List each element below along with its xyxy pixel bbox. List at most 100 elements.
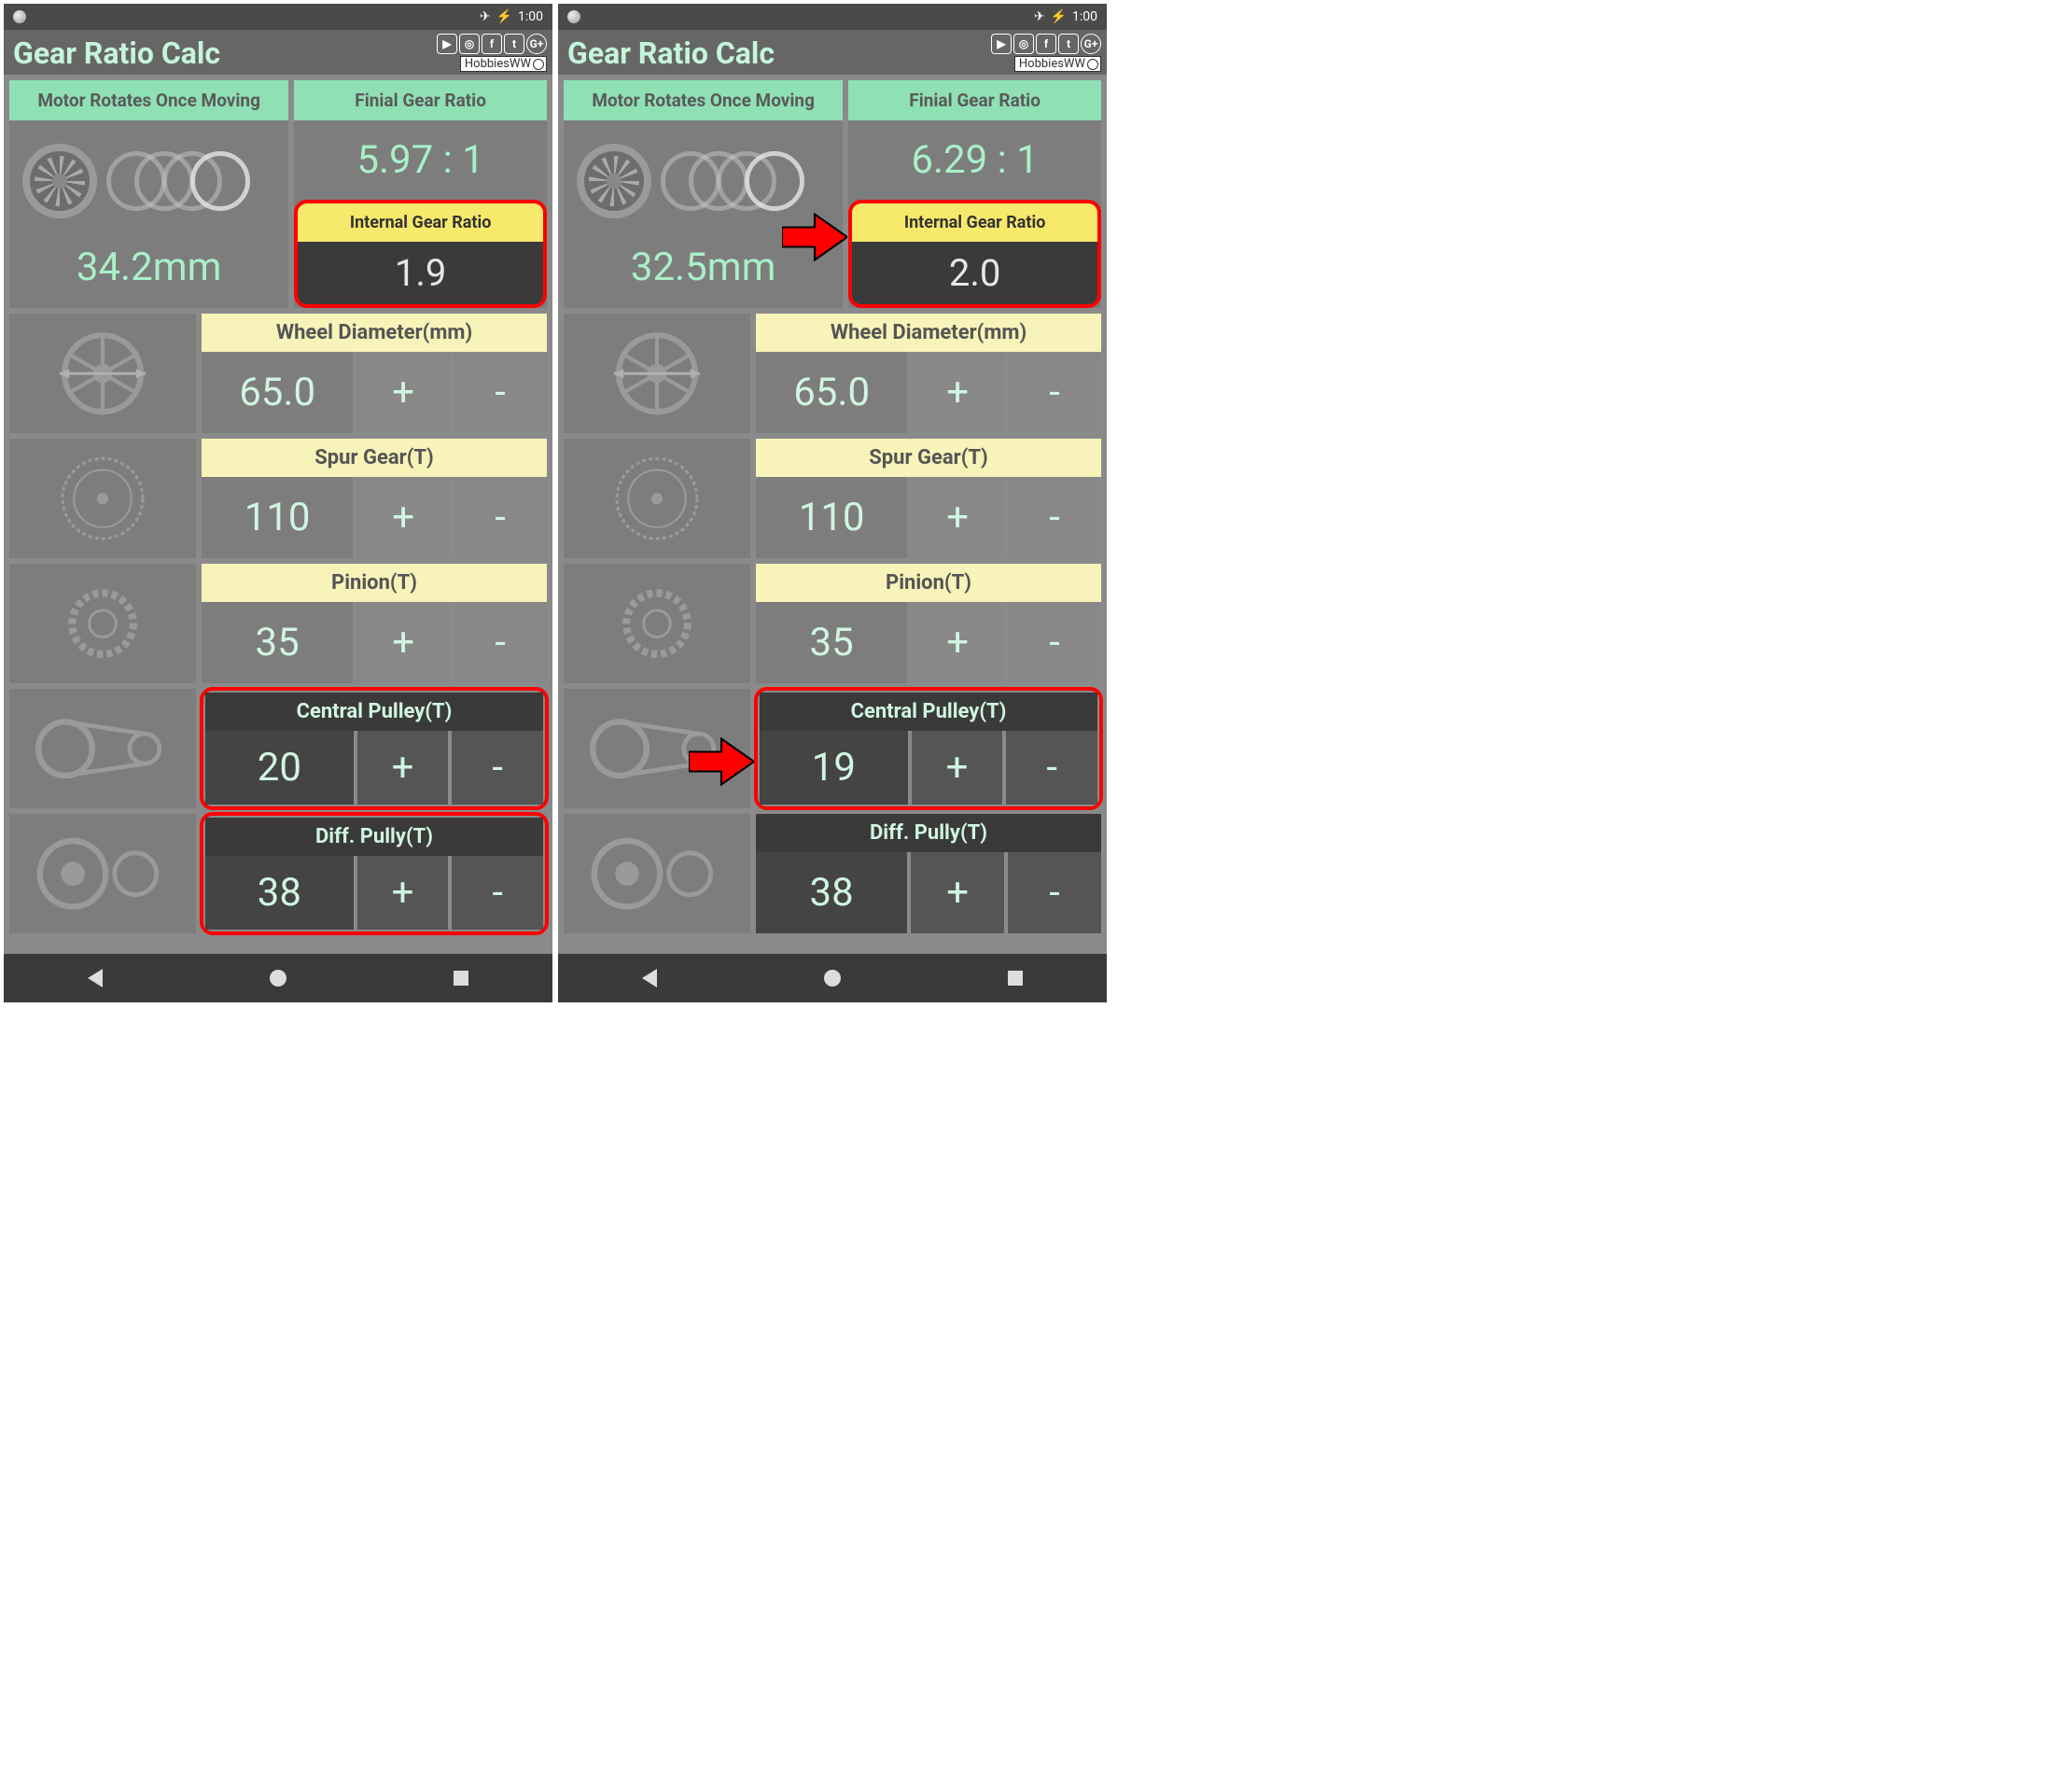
central-pulley-row: Central Pulley(T) 19 + -	[564, 689, 1101, 808]
diff-pulley-row: Diff. Pully(T) 38 + -	[564, 814, 1101, 933]
diff-pulley-plus-button[interactable]: +	[911, 852, 1004, 933]
social-icons: ▶ ◎ f t G+	[437, 34, 547, 54]
central-pulley-label: Central Pulley(T)	[760, 693, 1097, 731]
twitter-icon[interactable]: t	[1058, 34, 1079, 54]
nav-back-icon[interactable]	[642, 969, 657, 987]
central-pulley-value[interactable]: 20	[205, 731, 354, 805]
airplane-mode-icon: ✈	[480, 9, 491, 24]
pinion-plus-button[interactable]: +	[911, 602, 1004, 683]
app-header: Gear Ratio Calc ▶ ◎ f t G+ HobbiesWW	[4, 30, 552, 75]
phone-screen-right: ✈ ⚡ 1:00 Gear Ratio Calc ▶ ◎ f t G+ Hobb…	[558, 4, 1107, 1002]
spur-gear-value[interactable]: 110	[202, 477, 353, 558]
spur-gear-plus-button[interactable]: +	[356, 477, 450, 558]
central-pulley-value[interactable]: 19	[760, 731, 908, 805]
spur-gear-plus-button[interactable]: +	[911, 477, 1004, 558]
wheel-diameter-value[interactable]: 65.0	[756, 352, 907, 433]
googleplus-icon[interactable]: G+	[1081, 34, 1101, 54]
diff-pulley-label: Diff. Pully(T)	[205, 818, 543, 856]
final-ratio-value: 5.97 : 1	[294, 120, 547, 200]
motor-rotation-panel: Motor Rotates Once Moving 32.5mm	[564, 80, 843, 308]
pinion-label: Pinion(T)	[202, 564, 547, 602]
wheel-diameter-plus-button[interactable]: +	[911, 352, 1004, 433]
wheel-diameter-value[interactable]: 65.0	[202, 352, 353, 433]
internal-ratio-label: Internal Gear Ratio	[852, 203, 1097, 242]
social-icons: ▶ ◎ f t G+	[991, 34, 1101, 54]
facebook-icon[interactable]: f	[482, 34, 502, 54]
motor-rotation-label: Motor Rotates Once Moving	[9, 80, 288, 120]
wheel-diameter-minus-button[interactable]: -	[454, 352, 547, 433]
motor-distance-value: 34.2mm	[77, 245, 222, 290]
annotation-arrow-icon	[782, 213, 847, 261]
pinion-value[interactable]: 35	[202, 602, 353, 683]
wheel-diameter-label: Wheel Diameter(mm)	[756, 314, 1101, 352]
motor-distance-value: 32.5mm	[631, 245, 776, 290]
instagram-icon[interactable]: ◎	[459, 34, 480, 54]
wheel-icon	[9, 314, 196, 433]
internal-ratio-value[interactable]: 1.9	[298, 242, 543, 304]
central-pulley-minus-button[interactable]: -	[1006, 731, 1097, 805]
pinion-plus-button[interactable]: +	[356, 602, 450, 683]
central-pulley-plus-button[interactable]: +	[912, 731, 1003, 805]
internal-ratio-panel: Internal Gear Ratio 2.0	[848, 200, 1101, 308]
search-tag[interactable]: HobbiesWW	[460, 56, 547, 72]
wheel-diameter-minus-button[interactable]: -	[1008, 352, 1101, 433]
spur-gear-minus-button[interactable]: -	[454, 477, 547, 558]
diff-pulley-icon	[564, 814, 750, 933]
wheel-diameter-label: Wheel Diameter(mm)	[202, 314, 547, 352]
pinion-icon	[564, 564, 750, 683]
status-bar: ✈ ⚡ 1:00	[4, 4, 552, 30]
youtube-icon[interactable]: ▶	[437, 34, 457, 54]
spur-gear-icon	[564, 439, 750, 558]
nav-back-icon[interactable]	[88, 969, 103, 987]
pinion-minus-button[interactable]: -	[1008, 602, 1101, 683]
pinion-row: Pinion(T) 35 + -	[564, 564, 1101, 683]
central-pulley-label: Central Pulley(T)	[205, 693, 543, 731]
android-nav-bar	[558, 954, 1107, 1002]
diff-pulley-minus-button[interactable]: -	[1008, 852, 1101, 933]
nav-home-icon[interactable]	[824, 970, 841, 987]
diff-pulley-minus-button[interactable]: -	[452, 856, 543, 930]
internal-ratio-label: Internal Gear Ratio	[298, 203, 543, 242]
spur-gear-label: Spur Gear(T)	[756, 439, 1101, 477]
spur-gear-label: Spur Gear(T)	[202, 439, 547, 477]
final-ratio-value: 6.29 : 1	[848, 120, 1101, 200]
motor-rotation-label: Motor Rotates Once Moving	[564, 80, 843, 120]
spur-gear-row: Spur Gear(T) 110 + -	[564, 439, 1101, 558]
diff-pulley-row: Diff. Pully(T) 38 + -	[9, 814, 547, 933]
internal-ratio-value[interactable]: 2.0	[852, 242, 1097, 304]
diff-pulley-value[interactable]: 38	[205, 856, 354, 930]
youtube-icon[interactable]: ▶	[991, 34, 1012, 54]
twitter-icon[interactable]: t	[504, 34, 524, 54]
final-ratio-label: Finial Gear Ratio	[294, 80, 547, 120]
wheel-diameter-plus-button[interactable]: +	[356, 352, 450, 433]
diff-pulley-value[interactable]: 38	[756, 852, 907, 933]
nav-recent-icon[interactable]	[454, 971, 468, 986]
pinion-minus-button[interactable]: -	[454, 602, 547, 683]
diff-pulley-plus-button[interactable]: +	[357, 856, 449, 930]
googleplus-icon[interactable]: G+	[526, 34, 547, 54]
wheel-diameter-row: Wheel Diameter(mm) 65.0 + -	[564, 314, 1101, 433]
annotation-arrow-icon	[689, 737, 754, 786]
android-nav-bar	[4, 954, 552, 1002]
status-bar: ✈ ⚡ 1:00	[558, 4, 1107, 30]
battery-charging-icon: ⚡	[1051, 9, 1067, 24]
spur-gear-minus-button[interactable]: -	[1008, 477, 1101, 558]
central-pulley-icon	[9, 689, 196, 808]
clock-text: 1:00	[518, 9, 543, 24]
facebook-icon[interactable]: f	[1036, 34, 1056, 54]
spur-gear-value[interactable]: 110	[756, 477, 907, 558]
motor-rotation-panel: Motor Rotates Once Moving 34.2mm	[9, 80, 288, 308]
airplane-mode-icon: ✈	[1034, 9, 1045, 24]
nav-home-icon[interactable]	[270, 970, 286, 987]
nav-recent-icon[interactable]	[1008, 971, 1023, 986]
instagram-icon[interactable]: ◎	[1013, 34, 1034, 54]
central-pulley-minus-button[interactable]: -	[452, 731, 543, 805]
diff-pulley-icon	[9, 814, 196, 933]
pinion-value[interactable]: 35	[756, 602, 907, 683]
pinion-row: Pinion(T) 35 + -	[9, 564, 547, 683]
pinion-label: Pinion(T)	[756, 564, 1101, 602]
search-tag[interactable]: HobbiesWW	[1014, 56, 1101, 72]
wheel-diameter-row: Wheel Diameter(mm) 65.0 + -	[9, 314, 547, 433]
central-pulley-plus-button[interactable]: +	[357, 731, 449, 805]
pinion-icon	[9, 564, 196, 683]
